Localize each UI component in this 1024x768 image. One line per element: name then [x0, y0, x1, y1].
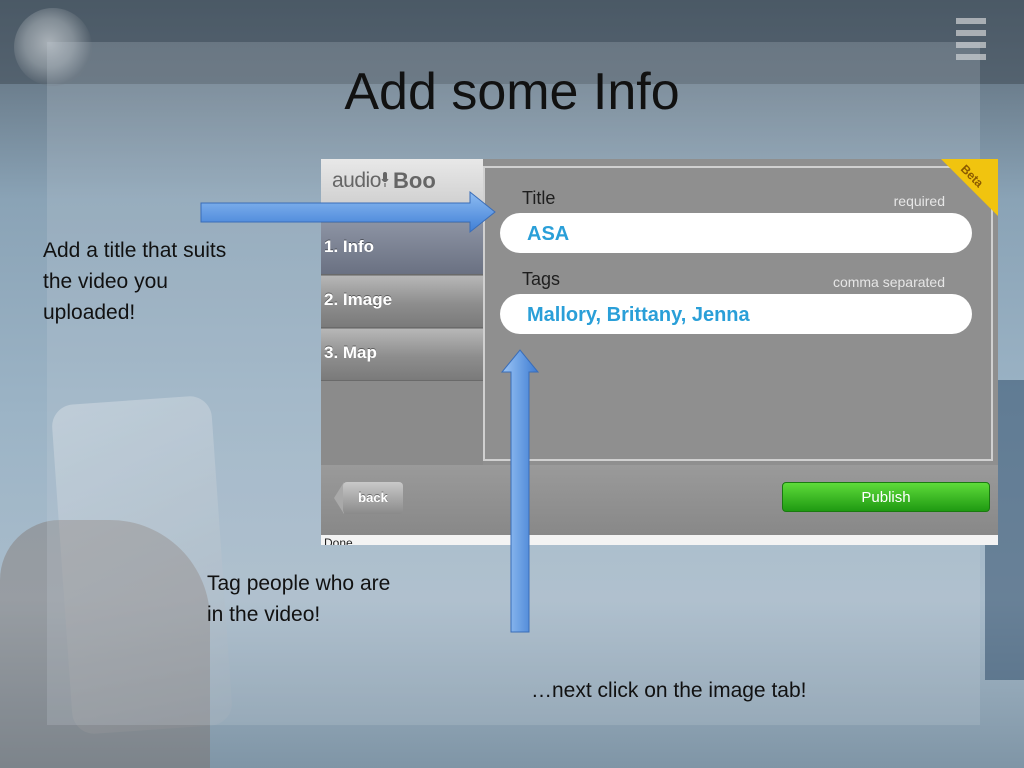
caption-line: uploaded! [43, 301, 136, 324]
tags-field-label: Tags [522, 269, 561, 289]
logo-suffix: Boo [393, 168, 436, 193]
tab-info[interactable]: 1. Info [321, 223, 483, 275]
caption-line: in the video! [207, 603, 321, 626]
caption-next-tip: …next click on the image tab! [531, 679, 807, 702]
microphone-icon [381, 172, 389, 187]
tags-comma-separated-hint: comma separated [832, 274, 945, 290]
audioboo-app-screenshot: audio Boo 1. Info 2. Image 3. Map Title … [321, 159, 998, 545]
logo-prefix: audio [332, 169, 381, 192]
tags-input[interactable]: Mallory, Brittany, Jenna [500, 294, 972, 334]
audioboo-logo: audio Boo [321, 159, 483, 207]
bottom-toolbar: back Publish [321, 465, 998, 535]
title-input[interactable]: ASA [500, 213, 972, 253]
caption-title-tip: Add a title that suits the video you upl… [43, 235, 283, 328]
back-button[interactable]: back [343, 482, 403, 514]
caption-line: Tag people who are [207, 572, 391, 595]
tab-image[interactable]: 2. Image [321, 276, 483, 328]
publish-button[interactable]: Publish [782, 482, 990, 512]
caption-line: the video you [43, 270, 168, 293]
beta-badge: Beta [941, 159, 998, 219]
title-required-hint: required [893, 193, 945, 209]
slide-title: Add some Info [344, 63, 680, 121]
browser-status-bar: Done [321, 535, 998, 545]
sidebar: audio Boo 1. Info 2. Image 3. Map [321, 159, 483, 465]
tab-map[interactable]: 3. Map [321, 329, 483, 381]
title-field-label: Title [522, 188, 556, 208]
status-text: Done [324, 536, 353, 545]
caption-tags-tip: Tag people who are in the video! [207, 568, 447, 630]
info-form-panel: Title required ASA Tags comma separated … [483, 166, 993, 461]
caption-line: Add a title that suits [43, 239, 227, 262]
